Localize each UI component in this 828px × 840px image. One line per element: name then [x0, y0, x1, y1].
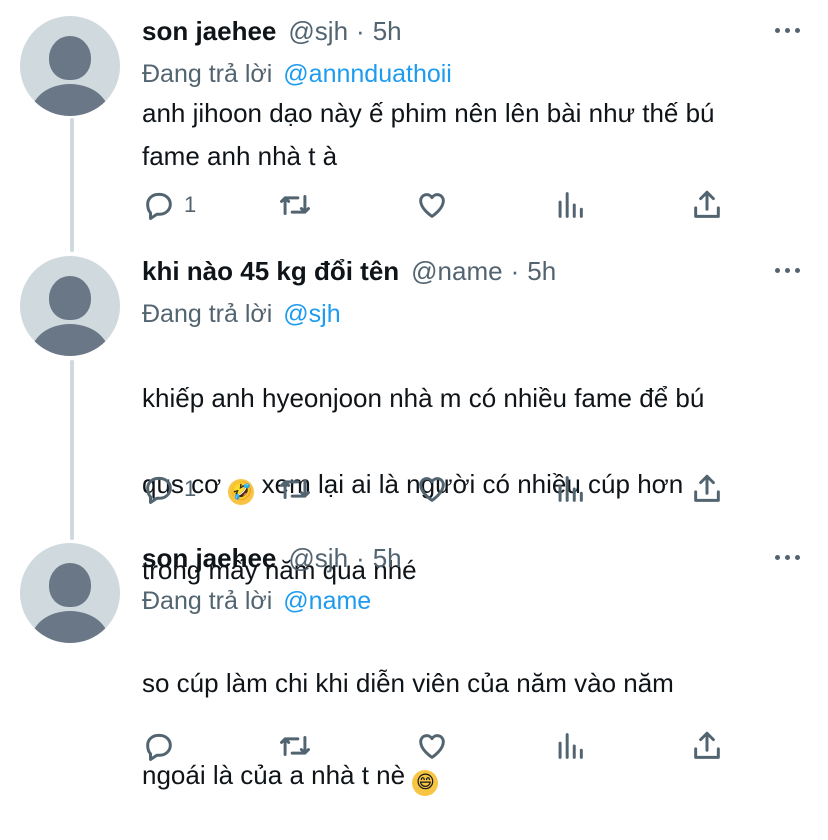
reply-count: 1	[184, 192, 197, 217]
tweet-2[interactable]: khi nào 45 kg đổi tên @name · 5h Đang tr…	[0, 256, 828, 585]
tweet-1[interactable]: son jaehee @sjh · 5h Đang trả lời @annnd…	[0, 16, 828, 236]
like-icon	[419, 477, 445, 502]
share-icon	[694, 190, 720, 218]
avatar-body	[31, 84, 109, 116]
tweet-actions: 1	[142, 188, 742, 228]
display-name[interactable]: khi nào 45 kg đổi tên	[142, 256, 399, 287]
tweet-3[interactable]: son jaehee @sjh · 5h Đang trả lời @name …	[0, 543, 828, 796]
avatar[interactable]	[20, 543, 120, 643]
tweet-actions	[142, 729, 742, 769]
more-horizontal-icon[interactable]	[775, 28, 800, 33]
user-handle[interactable]: @name	[411, 256, 502, 287]
avatar-body	[31, 324, 109, 356]
replying-label: Đang trả lời	[142, 587, 273, 615]
separator-dot: ·	[356, 543, 365, 573]
analytics-button[interactable]	[553, 729, 587, 763]
reply-count: 1	[184, 476, 197, 501]
replying-to: Đang trả lời @annnduathoii	[142, 60, 452, 89]
tweet-text-line: khiếp anh hyeonjoon nhà m có nhiều fame …	[142, 383, 705, 413]
retweet-button[interactable]	[278, 472, 312, 506]
avatar-head	[49, 276, 91, 320]
like-icon	[419, 734, 445, 759]
more-horizontal-icon[interactable]	[775, 268, 800, 273]
mention-link[interactable]: @annnduathoii	[283, 60, 452, 88]
reply-icon	[146, 476, 172, 504]
like-button[interactable]	[415, 188, 449, 222]
grinning-emoji-icon: 😄	[412, 769, 439, 796]
mention-link[interactable]: @sjh	[283, 300, 340, 328]
analytics-button[interactable]	[553, 472, 587, 506]
avatar[interactable]	[20, 16, 120, 116]
avatar-body	[31, 611, 109, 643]
separator-dot: ·	[510, 256, 520, 286]
tweet-text-line: so cúp làm chi khi diễn viên của năm vào…	[142, 668, 674, 698]
tweet-text: anh jihoon dạo này ế phim nên lên bài nh…	[142, 98, 715, 171]
retweet-icon	[280, 195, 310, 215]
reply-button[interactable]: 1	[142, 188, 196, 222]
user-handle[interactable]: @sjh	[288, 543, 348, 574]
separator-dot: ·	[356, 16, 365, 46]
avatar-head	[49, 36, 91, 80]
reply-icon	[146, 733, 172, 761]
replying-label: Đang trả lời	[142, 300, 273, 328]
analytics-icon	[558, 476, 583, 502]
display-name[interactable]: son jaehee	[142, 543, 276, 574]
share-icon	[694, 474, 720, 502]
reply-button[interactable]	[142, 729, 184, 763]
timestamp[interactable]: 5h	[373, 543, 402, 574]
share-icon	[694, 731, 720, 759]
analytics-button[interactable]	[553, 188, 587, 222]
replying-to: Đang trả lời @name	[142, 587, 371, 616]
more-horizontal-icon[interactable]	[775, 555, 800, 560]
user-handle[interactable]: @sjh	[288, 16, 348, 47]
display-name[interactable]: son jaehee	[142, 16, 276, 47]
share-button[interactable]	[690, 472, 724, 506]
replying-label: Đang trả lời	[142, 60, 273, 88]
avatar[interactable]	[20, 256, 120, 356]
tweet-header: son jaehee @sjh · 5h	[142, 16, 402, 52]
timestamp[interactable]: 5h	[527, 256, 556, 287]
like-button[interactable]	[415, 729, 449, 763]
like-button[interactable]	[415, 472, 449, 506]
analytics-icon	[558, 733, 583, 759]
avatar-head	[49, 563, 91, 607]
tweet-header: khi nào 45 kg đổi tên @name · 5h	[142, 256, 556, 292]
retweet-button[interactable]	[278, 188, 312, 222]
timestamp[interactable]: 5h	[373, 16, 402, 47]
tweet-header: son jaehee @sjh · 5h	[142, 543, 402, 579]
share-button[interactable]	[690, 188, 724, 222]
mention-link[interactable]: @name	[283, 587, 371, 615]
retweet-icon	[280, 736, 310, 756]
reply-button[interactable]: 1	[142, 472, 196, 506]
share-button[interactable]	[690, 729, 724, 763]
retweet-icon	[280, 479, 310, 499]
like-icon	[419, 193, 445, 218]
reply-icon	[146, 192, 172, 220]
replying-to: Đang trả lời @sjh	[142, 300, 341, 329]
analytics-icon	[558, 192, 583, 218]
tweet-actions: 1	[142, 472, 742, 512]
retweet-button[interactable]	[278, 729, 312, 763]
